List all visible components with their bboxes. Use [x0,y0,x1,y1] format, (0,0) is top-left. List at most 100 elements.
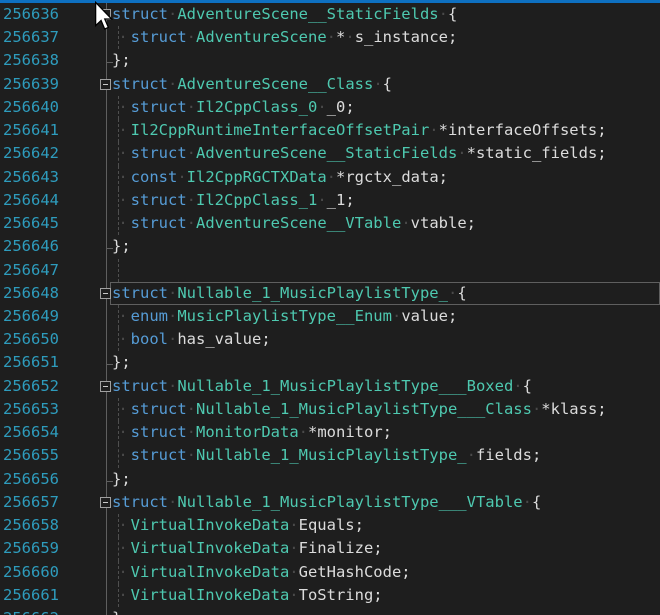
code-line[interactable]: 256650 ·bool·has_value; [0,328,660,351]
code-token: enum [131,307,168,325]
code-token: _1; [327,191,355,209]
code-token: struct [131,214,187,232]
code-line[interactable]: 256643 ·const·Il2CppRGCTXData·*rgctx_data… [0,166,660,189]
space-dot: · [168,307,177,325]
line-number[interactable]: 256647 [3,259,59,282]
space-dot: · [177,168,186,186]
code-token: { [448,5,457,23]
code-text: ·const·Il2CppRGCTXData·*rgctx_data; [112,166,448,189]
code-line[interactable]: 256640·struct·Il2CppClass_0·_0; [0,96,660,119]
line-number[interactable]: 256652 [3,375,59,398]
line-number[interactable]: 256638 [3,49,59,72]
code-line[interactable]: 256659·VirtualInvokeData·Finalize; [0,537,660,560]
code-line[interactable]: 256661·VirtualInvokeData·ToString; [0,584,660,607]
line-number[interactable]: 256653 [3,398,59,421]
code-token: Il2CppRGCTXData [187,168,327,186]
space-dot: · [457,144,466,162]
code-line[interactable]: 256646}; [0,235,660,258]
code-token: *monitor; [308,423,392,441]
code-token: VirtualInvokeData [131,586,290,604]
minus-glyph [103,386,108,387]
line-number[interactable]: 256660 [3,561,59,584]
space-dot: · [429,121,438,139]
line-number[interactable]: 256645 [3,212,59,235]
code-line[interactable]: 256658·VirtualInvokeData·Equals; [0,514,660,537]
tab-indent: · [112,444,131,467]
line-number[interactable]: 256651 [3,351,59,374]
code-text: }; [112,468,131,491]
line-number[interactable]: 256662 [3,607,59,615]
code-line[interactable]: 256652struct·Nullable_1_MusicPlaylistTyp… [0,375,660,398]
fold-collapse-icon[interactable] [100,381,111,392]
code-line[interactable]: 256648struct·Nullable_1_MusicPlaylistTyp… [0,282,660,305]
code-line[interactable]: 256662}; [0,607,660,615]
fold-collapse-icon[interactable] [100,497,111,508]
line-number[interactable]: 256636 [3,3,59,26]
code-token: struct [112,75,168,93]
code-token: Nullable_1_MusicPlaylistType___VTable [177,493,522,511]
code-line[interactable]: 256657 struct·Nullable_1_MusicPlaylistTyp… [0,491,660,514]
line-number[interactable]: 256644 [3,189,59,212]
code-token: VirtualInvokeData [131,563,290,581]
space-dot: · [187,98,196,116]
line-number[interactable]: 256655 [3,444,59,467]
code-text: ·struct·MonitorData·*monitor; [112,421,392,444]
line-number[interactable]: 256648 [3,282,59,305]
line-number[interactable]: 256657 [3,491,59,514]
space-dot: · [373,75,382,93]
tab-indent: · [112,166,131,189]
line-number[interactable]: 256639 [3,73,59,96]
line-number[interactable]: 256637 [3,26,59,49]
code-line[interactable]: 256641·Il2CppRuntimeInterfaceOffsetPair·… [0,119,660,142]
code-token: struct [112,493,168,511]
line-number[interactable]: 256659 [3,537,59,560]
space-dot: · [532,400,541,418]
code-line[interactable]: 256656}; [0,468,660,491]
code-text: ·struct·Nullable_1_MusicPlaylistType___C… [112,398,607,421]
line-number[interactable]: 256643 [3,166,59,189]
tab-indent: · [112,212,131,235]
minus-glyph [103,502,108,503]
code-line[interactable]: 256649·enum·MusicPlaylistType__Enum·valu… [0,305,660,328]
line-number[interactable]: 256649 [3,305,59,328]
code-line[interactable]: 256655 ·struct·Nullable_1_MusicPlaylistTy… [0,444,660,467]
tab-indent: · [112,537,131,560]
code-text: ·struct·Nullable_1_MusicPlaylistType_·fi… [112,444,541,467]
code-token: ToString; [299,586,383,604]
code-token: has_value; [177,330,270,348]
line-number[interactable]: 256642 [3,142,59,165]
code-text: ·bool·has_value; [112,328,271,351]
code-token: { [523,377,532,395]
space-dot: · [345,28,354,46]
tab-indent: · [112,189,131,212]
fold-collapse-icon[interactable] [100,288,111,299]
line-number[interactable]: 256650 [3,328,59,351]
code-text: ·struct·AdventureScene·*·s_instance; [112,26,457,49]
space-dot: · [317,191,326,209]
code-line[interactable]: 256644·struct·Il2CppClass_1·_1; [0,189,660,212]
line-number[interactable]: 256658 [3,514,59,537]
code-token: Equals; [299,516,364,534]
code-line[interactable]: 256651}; [0,351,660,374]
line-number[interactable]: 256654 [3,421,59,444]
code-line[interactable]: 256642·struct·AdventureScene__StaticFiel… [0,142,660,165]
code-line[interactable]: 256647 [0,259,660,282]
code-token: AdventureScene__StaticFields [196,144,457,162]
line-number[interactable]: 256656 [3,468,59,491]
code-line[interactable]: 256660·VirtualInvokeData·GetHashCode; [0,561,660,584]
line-number[interactable]: 256641 [3,119,59,142]
space-dot: · [168,493,177,511]
code-line[interactable]: 256638}; [0,49,660,72]
code-token: *interfaceOffsets; [439,121,607,139]
line-number[interactable]: 256640 [3,96,59,119]
code-line[interactable]: 256639struct·AdventureScene__Class·{ [0,73,660,96]
fold-collapse-icon[interactable] [100,79,111,90]
code-line[interactable]: 256654 ·struct·MonitorData·*monitor; [0,421,660,444]
code-token: * [336,28,345,46]
code-token: Nullable_1_MusicPlaylistType___Class [196,400,532,418]
line-number[interactable]: 256646 [3,235,59,258]
space-dot: · [289,516,298,534]
line-number[interactable]: 256661 [3,584,59,607]
code-line[interactable]: 256653 ·struct·Nullable_1_MusicPlaylistTy… [0,398,660,421]
code-line[interactable]: 256645·struct·AdventureScene__VTable·vta… [0,212,660,235]
